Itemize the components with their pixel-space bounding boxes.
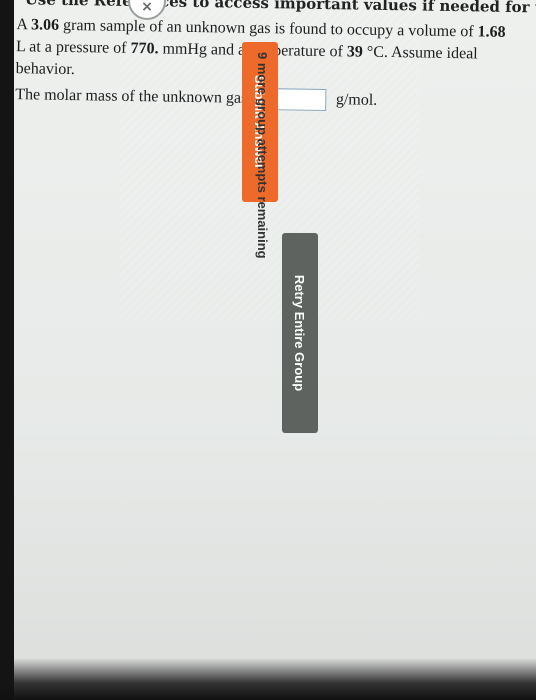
pressure-value: 770. <box>130 39 159 58</box>
answer-prompt: The molar mass of the unknown gas is <box>15 86 263 108</box>
question-part-3: L at a pressure of <box>15 38 131 57</box>
references-header: Use the References to access important v… <box>25 0 536 17</box>
mass-value: 3.06 <box>30 16 60 34</box>
screen: Use the References to access important v… <box>0 0 536 700</box>
question-part-2: gram sample of an unknown gas is found t… <box>58 16 478 41</box>
question-part-1: A <box>16 16 32 34</box>
screen-bezel-bottom <box>0 658 536 700</box>
answer-unit: g/mol. <box>335 91 378 109</box>
attempts-remaining: 9 more group attempts remaining <box>255 52 270 259</box>
volume-value: 1.68 <box>477 23 506 41</box>
retry-entire-group-button[interactable]: Retry Entire Group <box>282 233 318 433</box>
screen-bezel-left <box>0 0 14 700</box>
molar-mass-input[interactable] <box>271 88 327 112</box>
temperature-value: 39 <box>346 43 363 61</box>
